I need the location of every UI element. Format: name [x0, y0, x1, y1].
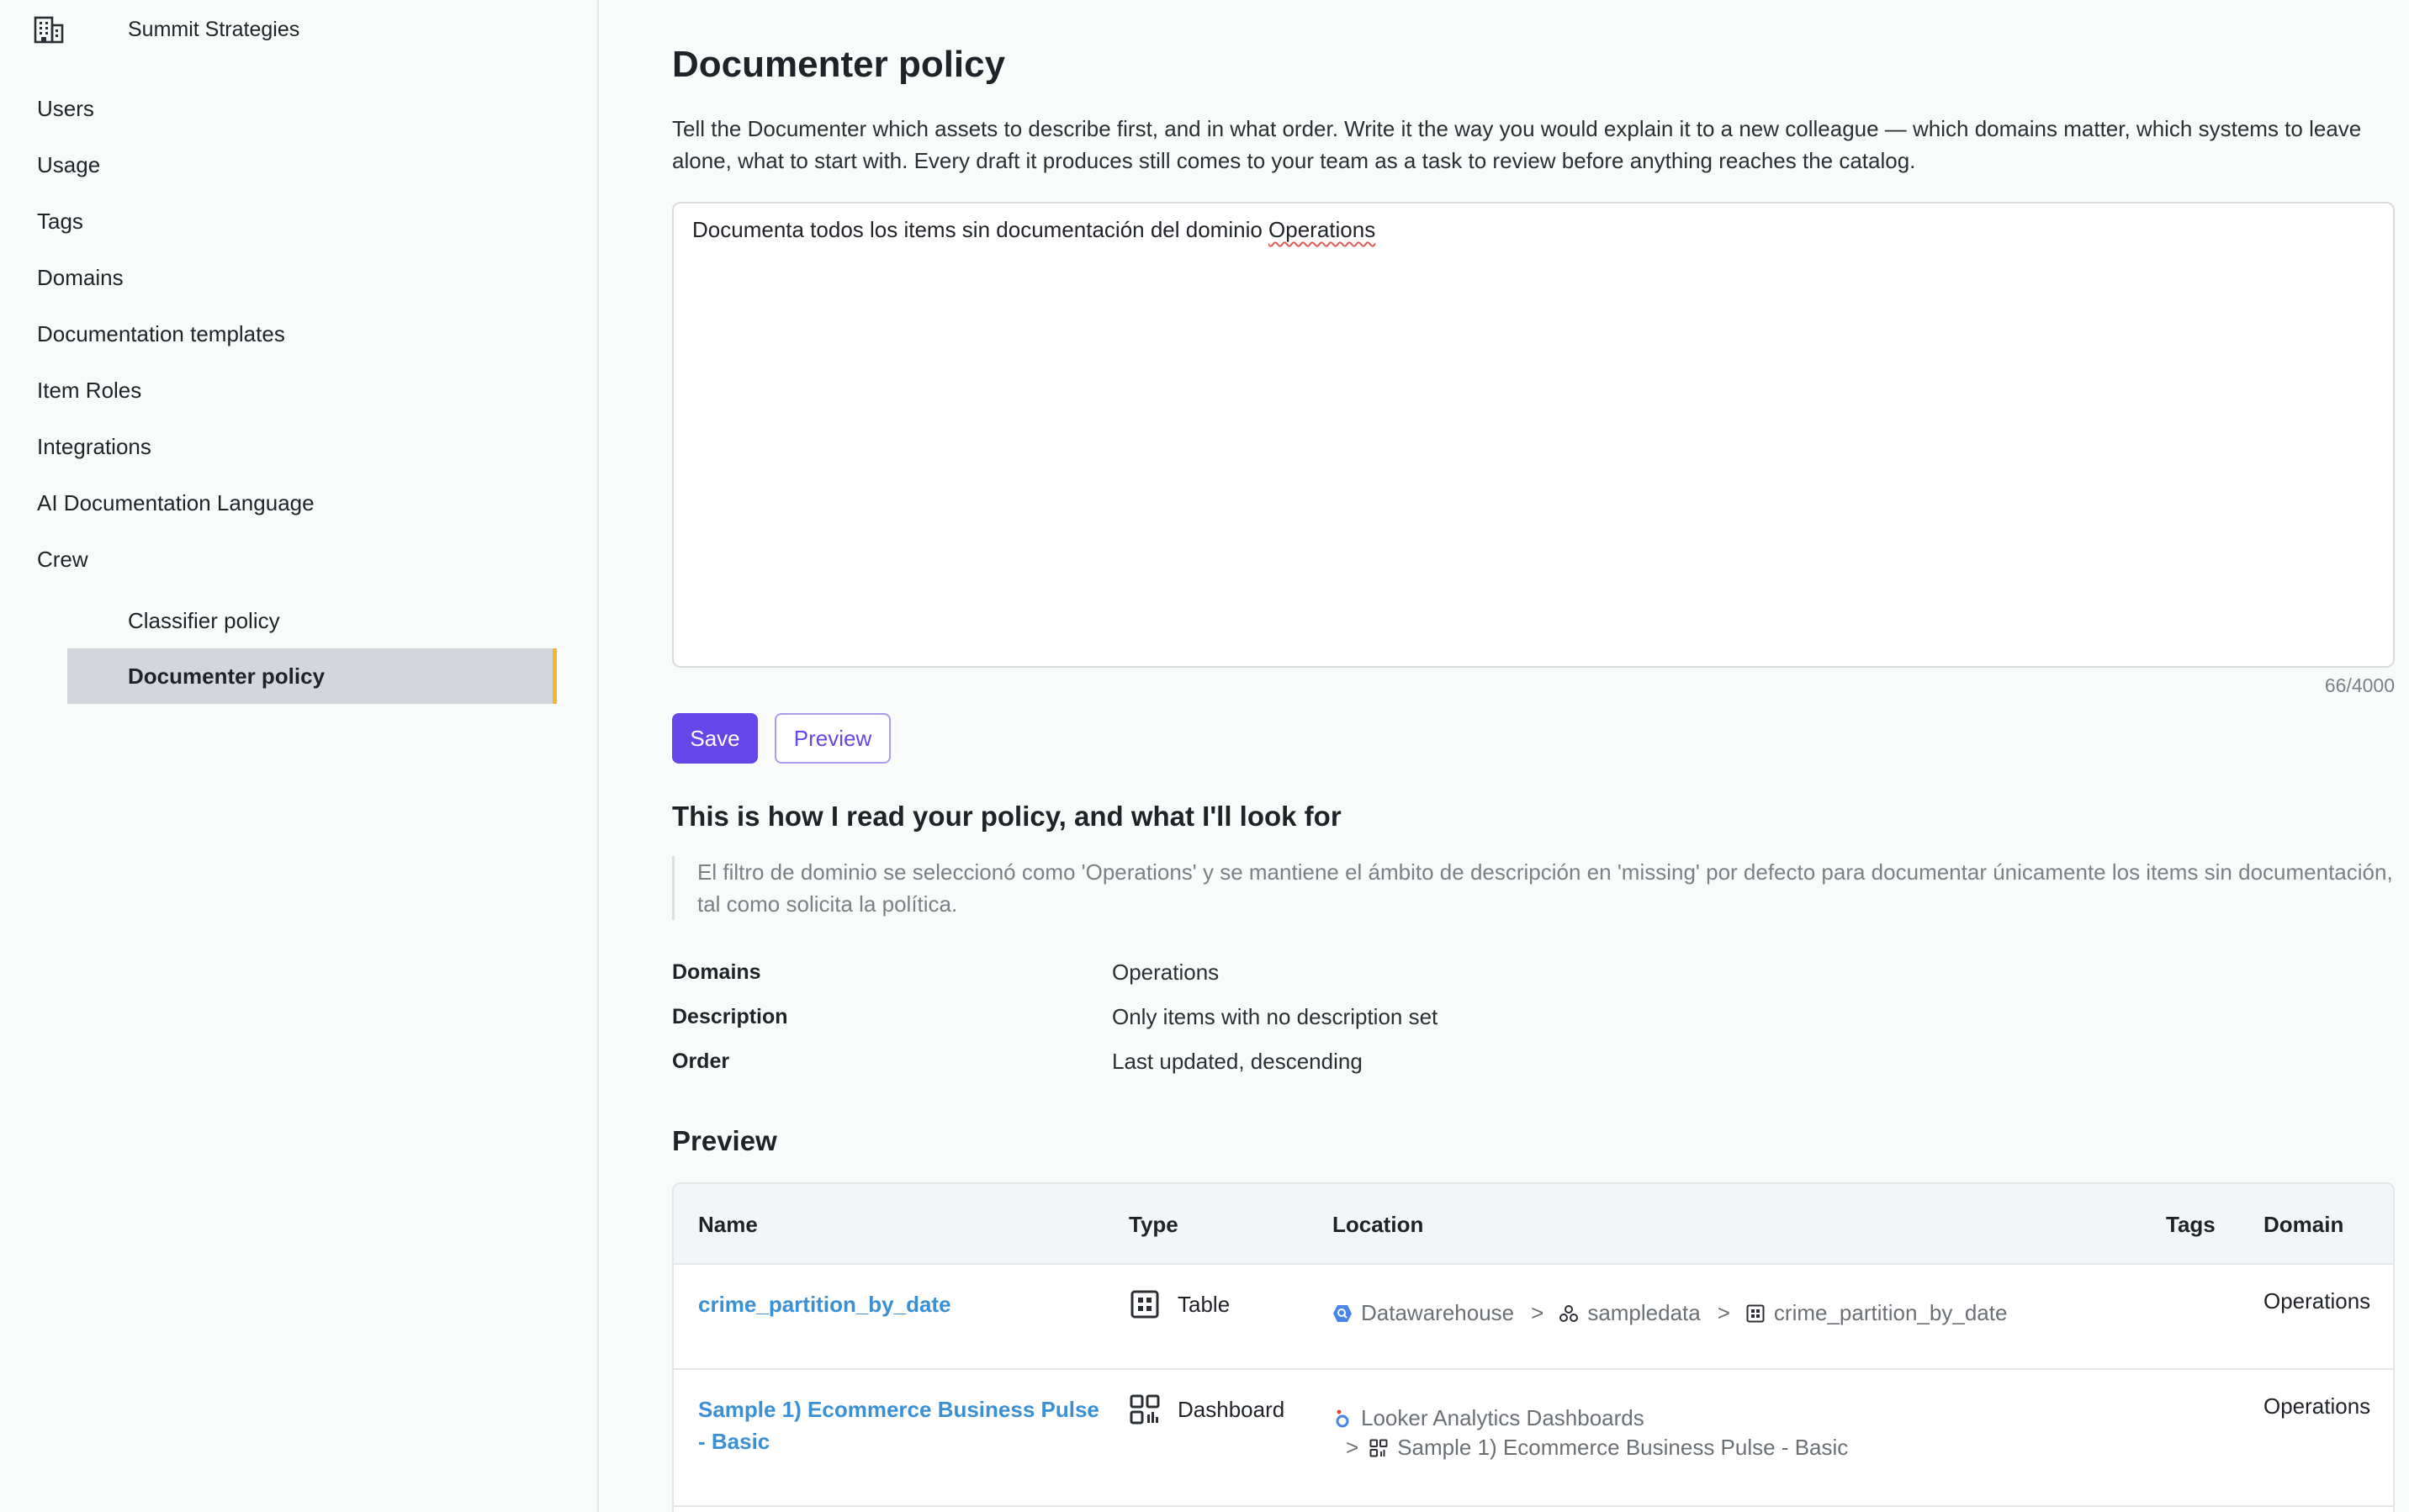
- column-header-location[interactable]: Location: [1332, 1184, 1423, 1265]
- table-icon: [1129, 1288, 1161, 1320]
- dataset-icon: [1559, 1303, 1579, 1324]
- criteria-value: Only items with no description set: [1112, 1003, 1438, 1029]
- criteria-row-order: Order Last updated, descending: [672, 1039, 1850, 1083]
- table-row: Sample 1) Ecommerce Business Pulse - Bas…: [674, 1370, 2393, 1507]
- criteria-key: Description: [672, 1004, 788, 1028]
- sidebar-item-integrations[interactable]: Integrations: [37, 419, 597, 475]
- location-line: > Sample 1) Ecommerce Business Pulse - B…: [1332, 1435, 1848, 1461]
- sidebar-item-users[interactable]: Users: [37, 81, 597, 137]
- item-type: Dashboard: [1129, 1393, 1284, 1425]
- location-segment[interactable]: Datawarehouse: [1361, 1300, 1514, 1326]
- preview-table: Name Type Location Tags Domain crime_par…: [672, 1182, 2395, 1512]
- table-row: crime_partition_by_date Table Datawareho…: [674, 1265, 2393, 1370]
- sidebar-item-domains[interactable]: Domains: [37, 250, 597, 306]
- interpretation-explanation: El filtro de dominio se seleccionó como …: [672, 856, 2395, 920]
- column-header-type[interactable]: Type: [1129, 1184, 1178, 1265]
- sidebar-item-ai-documentation-language[interactable]: AI Documentation Language: [37, 475, 597, 531]
- looker-icon: [1332, 1409, 1353, 1429]
- preview-title: Preview: [672, 1125, 777, 1156]
- criteria-row-description: Description Only items with no descripti…: [672, 995, 1850, 1039]
- item-location: Looker Analytics Dashboards > Sample 1) …: [1332, 1405, 1848, 1461]
- interpretation-title: This is how I read your policy, and what…: [672, 801, 1342, 832]
- breadcrumb-separator: >: [1717, 1300, 1730, 1325]
- criteria-key: Domains: [672, 960, 761, 984]
- criteria-row-domains: Domains Operations: [672, 950, 1850, 994]
- item-domain: Operations: [2263, 1288, 2371, 1314]
- policy-text-spellcheck-flag: Operations: [1268, 217, 1376, 242]
- policy-intro: Tell the Documenter which assets to desc…: [672, 116, 2362, 173]
- sidebar: Summit Strategies Users Usage Tags Domai…: [0, 0, 599, 1512]
- character-counter: 66/4000: [2324, 674, 2395, 696]
- policy-textarea[interactable]: Documenta todos los items sin documentac…: [672, 202, 2395, 668]
- item-domain: Operations: [2263, 1393, 2371, 1419]
- dashboard-icon: [1369, 1438, 1389, 1458]
- breadcrumb-separator: >: [1346, 1435, 1359, 1460]
- location-segment[interactable]: crime_partition_by_date: [1774, 1300, 2008, 1326]
- item-name-link[interactable]: crime_partition_by_date: [698, 1288, 951, 1320]
- preview-button[interactable]: Preview: [775, 713, 891, 764]
- dashboard-icon: [1129, 1393, 1161, 1425]
- crew-subnav: Classifier policy Documenter policy: [67, 593, 557, 704]
- policy-text: Documenta todos los items sin documentac…: [692, 217, 1269, 242]
- sidebar-item-documenter-policy[interactable]: Documenter policy: [67, 648, 557, 704]
- building-icon: [32, 13, 66, 46]
- sidebar-item-crew[interactable]: Crew: [37, 531, 597, 588]
- location-segment[interactable]: sampledata: [1587, 1300, 1700, 1326]
- settings-nav: Users Usage Tags Domains Documentation t…: [37, 81, 597, 588]
- sidebar-item-tags[interactable]: Tags: [37, 193, 597, 250]
- page-title: Documenter policy: [672, 44, 1006, 85]
- bigquery-icon: [1332, 1303, 1353, 1324]
- criteria-value: Last updated, descending: [1112, 1048, 1363, 1074]
- item-name-link[interactable]: Sample 1) Ecommerce Business Pulse - Bas…: [698, 1393, 1102, 1457]
- location-line: Looker Analytics Dashboards: [1332, 1405, 1848, 1431]
- column-header-tags[interactable]: Tags: [2166, 1184, 2216, 1265]
- sidebar-item-usage[interactable]: Usage: [37, 137, 597, 193]
- org-name: Summit Strategies: [128, 17, 300, 41]
- sidebar-item-item-roles[interactable]: Item Roles: [37, 362, 597, 419]
- location-segment[interactable]: Sample 1) Ecommerce Business Pulse - Bas…: [1397, 1435, 1848, 1461]
- column-header-domain[interactable]: Domain: [2263, 1184, 2343, 1265]
- table-header: Name Type Location Tags Domain: [674, 1184, 2393, 1265]
- item-type-label: Dashboard: [1178, 1396, 1285, 1422]
- org-header[interactable]: Summit Strategies: [32, 12, 299, 47]
- table-icon: [1745, 1303, 1766, 1324]
- item-type-label: Table: [1178, 1291, 1231, 1317]
- item-type: Table: [1129, 1288, 1230, 1320]
- criteria-key: Order: [672, 1049, 730, 1073]
- column-header-name[interactable]: Name: [698, 1184, 758, 1265]
- sidebar-item-documentation-templates[interactable]: Documentation templates: [37, 306, 597, 362]
- item-location: Datawarehouse > sampledata > crime_parti…: [1332, 1300, 2007, 1326]
- breadcrumb-separator: >: [1531, 1300, 1544, 1325]
- location-segment[interactable]: Looker Analytics Dashboards: [1361, 1405, 1644, 1431]
- save-button[interactable]: Save: [672, 713, 758, 764]
- sidebar-item-classifier-policy[interactable]: Classifier policy: [67, 593, 557, 648]
- criteria-value: Operations: [1112, 959, 1220, 985]
